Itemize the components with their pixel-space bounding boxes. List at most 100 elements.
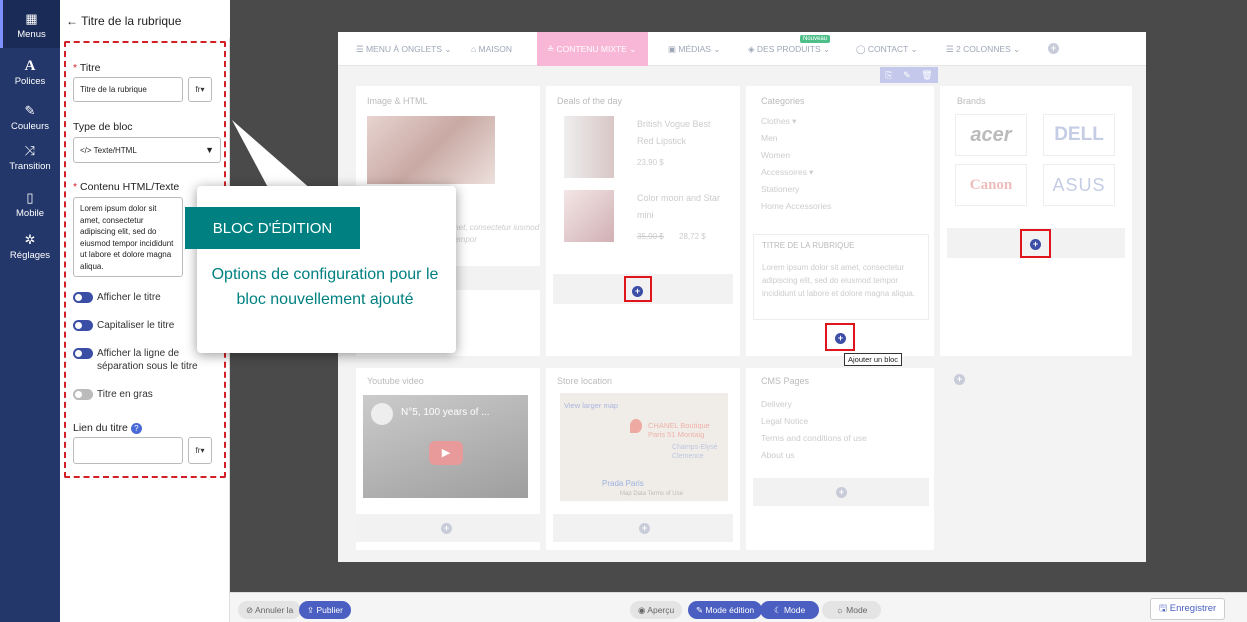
column-youtube: Youtube video N°5, 100 years of ... ▶ + [356, 368, 540, 550]
menu-item-2-colonnes[interactable]: ☰ 2 COLONNES ⌄ [946, 32, 1020, 66]
add-block-icon[interactable]: + [639, 523, 650, 534]
map[interactable]: View larger map CHANEL Boutique Paris 51… [560, 393, 728, 501]
palette-image [564, 190, 614, 242]
category-link[interactable]: Clothes ▾ [761, 113, 796, 130]
callout-title: BLOC D'ÉDITION [185, 207, 360, 249]
back-arrow-icon[interactable]: ← [66, 14, 78, 28]
column-text: met, consectetur iusmod tempor [452, 223, 540, 244]
contenu-textarea[interactable]: Lorem ipsum dolor sit amet, consectetur … [73, 197, 183, 277]
add-block-tooltip: Ajouter un bloc [844, 353, 903, 366]
product-price: 23,90 $ [637, 158, 664, 167]
nav-item-transition[interactable]: ⤨ Transition [0, 143, 60, 183]
section-text: Lorem ipsum dolor sit amet, consectetur … [762, 263, 915, 298]
new-badge: Nouveau [800, 35, 831, 43]
video-thumbnail[interactable]: N°5, 100 years of ... ▶ [363, 395, 528, 498]
nav-item-reglages[interactable]: ✲ Réglages [0, 232, 60, 272]
category-link[interactable]: Accessoires ▾ [761, 164, 813, 181]
brand-logo[interactable]: DELL [1043, 114, 1115, 156]
undo-button[interactable]: ⊘ Annuler la [238, 601, 302, 619]
mobile-icon: ▯ [26, 190, 34, 205]
column-title: Categories [761, 96, 805, 106]
type-label: Type de bloc [73, 121, 133, 133]
gear-icon: ✲ [24, 232, 36, 247]
brand-logo[interactable]: Canon [955, 164, 1027, 206]
type-select[interactable]: </> Texte/HTML ▼ [73, 137, 221, 163]
chanel-logo [371, 403, 393, 425]
column-title: Deals of the day [557, 96, 623, 106]
nav-item-polices[interactable]: A Polices [0, 58, 60, 98]
block-tools[interactable]: ⎘ ✎ 🗑 [880, 67, 938, 83]
column-cms: CMS Pages Delivery Legal Notice Terms an… [746, 368, 934, 550]
category-link[interactable]: Women [761, 147, 790, 164]
menu-preview: ☰ MENU À ONGLETS ⌄ ⌂ MAISON ≗ CONTENU MI… [338, 32, 1146, 562]
play-icon[interactable]: ▶ [429, 441, 463, 465]
toggle-titre-gras[interactable] [73, 389, 93, 400]
column-deals: Deals of the day British Vogue Best Red … [546, 86, 740, 356]
category-link[interactable]: Home Accessories [761, 198, 831, 215]
add-column-icon[interactable]: + [954, 374, 965, 385]
menu-item-contenu-mixte[interactable]: ≗ CONTENU MIXTE ⌄ [537, 32, 648, 66]
titre-label: * Titre [73, 62, 101, 74]
lien-label: Lien du titre ? [73, 422, 142, 434]
category-link[interactable]: Stationery [761, 181, 799, 198]
lipstick-image [564, 116, 614, 178]
cms-link[interactable]: Terms and conditions of use [761, 430, 867, 447]
toggle-titre-gras-label: Titre en gras [97, 389, 153, 400]
column-store: Store location View larger map CHANEL Bo… [546, 368, 740, 550]
publish-button[interactable]: ⇪ Publier [299, 601, 351, 619]
menu-item-maison[interactable]: ⌂ MAISON [471, 32, 512, 66]
map-place: Prada Paris [602, 479, 644, 488]
menu-item-contact[interactable]: ◯ CONTACT ⌄ [856, 32, 918, 66]
map-place: Champs-Elysé Clemence [672, 444, 718, 460]
preview-button[interactable]: ◉ Aperçu [630, 601, 683, 619]
product-name: Color moon and Star mini [637, 193, 721, 220]
column-title: Youtube video [367, 376, 424, 386]
copy-icon: ⎘ [885, 69, 893, 80]
toggle-afficher-titre-label: Afficher le titre [97, 292, 161, 303]
help-icon: ? [130, 423, 142, 434]
lien-input[interactable] [73, 437, 183, 464]
titre-input[interactable]: Titre de la rubrique [73, 77, 183, 102]
panel-title: Titre de la rubrique [81, 14, 182, 28]
video-title: N°5, 100 years of ... [401, 407, 490, 418]
toggle-ligne-separation[interactable] [73, 348, 93, 359]
titre-lang-select[interactable]: fr ▾ [188, 77, 212, 102]
column-title: Store location [557, 376, 613, 386]
add-menu-icon[interactable]: + [1048, 43, 1059, 54]
new-section-block: TITRE DE LA RUBRIQUE Lorem ipsum dolor s… [753, 234, 929, 320]
product-old-price: 35,90 $ [637, 232, 664, 241]
cms-link[interactable]: About us [761, 447, 795, 464]
map-place: CHANEL Boutique Paris 51 Montaig [648, 421, 710, 439]
font-icon: A [24, 58, 36, 74]
column-title: CMS Pages [761, 376, 810, 386]
menu-item-onglets[interactable]: ☰ MENU À ONGLETS ⌄ [356, 32, 452, 66]
add-block-icon[interactable]: + [441, 523, 452, 534]
map-link[interactable]: View larger map [564, 401, 618, 410]
edit-mode-button[interactable]: ✎ Mode édition [688, 601, 763, 619]
category-link[interactable]: Men [761, 130, 778, 147]
light-mode-button[interactable]: ☼ Mode [822, 601, 882, 619]
column-title: Brands [957, 96, 986, 106]
toggle-afficher-titre[interactable] [73, 292, 93, 303]
left-nav: ▦ Menus A Polices ✎ Couleurs ⤨ Transitio… [0, 0, 60, 622]
toggle-capitaliser-titre[interactable] [73, 320, 93, 331]
add-block-icon[interactable]: + [836, 487, 847, 498]
highlight-box [1020, 229, 1051, 258]
brand-logo[interactable]: ASUS [1043, 164, 1115, 206]
menu-bar: ☰ MENU À ONGLETS ⌄ ⌂ MAISON ≗ CONTENU MI… [338, 32, 1146, 66]
column-title: Image & HTML [367, 96, 428, 106]
nav-item-mobile[interactable]: ▯ Mobile [0, 190, 60, 230]
menu-item-medias[interactable]: ▣ MÉDIAS ⌄ [668, 32, 720, 66]
dark-mode-button[interactable]: ☾ Mode [760, 601, 820, 619]
map-footer: Map Data Terms of Use [620, 491, 683, 497]
save-button[interactable]: 🖫 Enregistrer [1150, 598, 1226, 620]
brand-logo[interactable]: acer [955, 114, 1027, 156]
column-categories: Categories Clothes ▾ Men Women Accessoir… [746, 86, 934, 366]
nav-item-menus[interactable]: ▦ Menus [0, 0, 60, 48]
nav-item-couleurs[interactable]: ✎ Couleurs [0, 103, 60, 143]
cms-link[interactable]: Delivery [761, 396, 792, 413]
bottom-bar: ⊘ Annuler la ⇪ Publier ◉ Aperçu ✎ Mode é… [230, 592, 1247, 622]
callout-pointer [232, 120, 312, 195]
cms-link[interactable]: Legal Notice [761, 413, 808, 430]
lien-lang-select[interactable]: fr ▾ [188, 437, 212, 464]
